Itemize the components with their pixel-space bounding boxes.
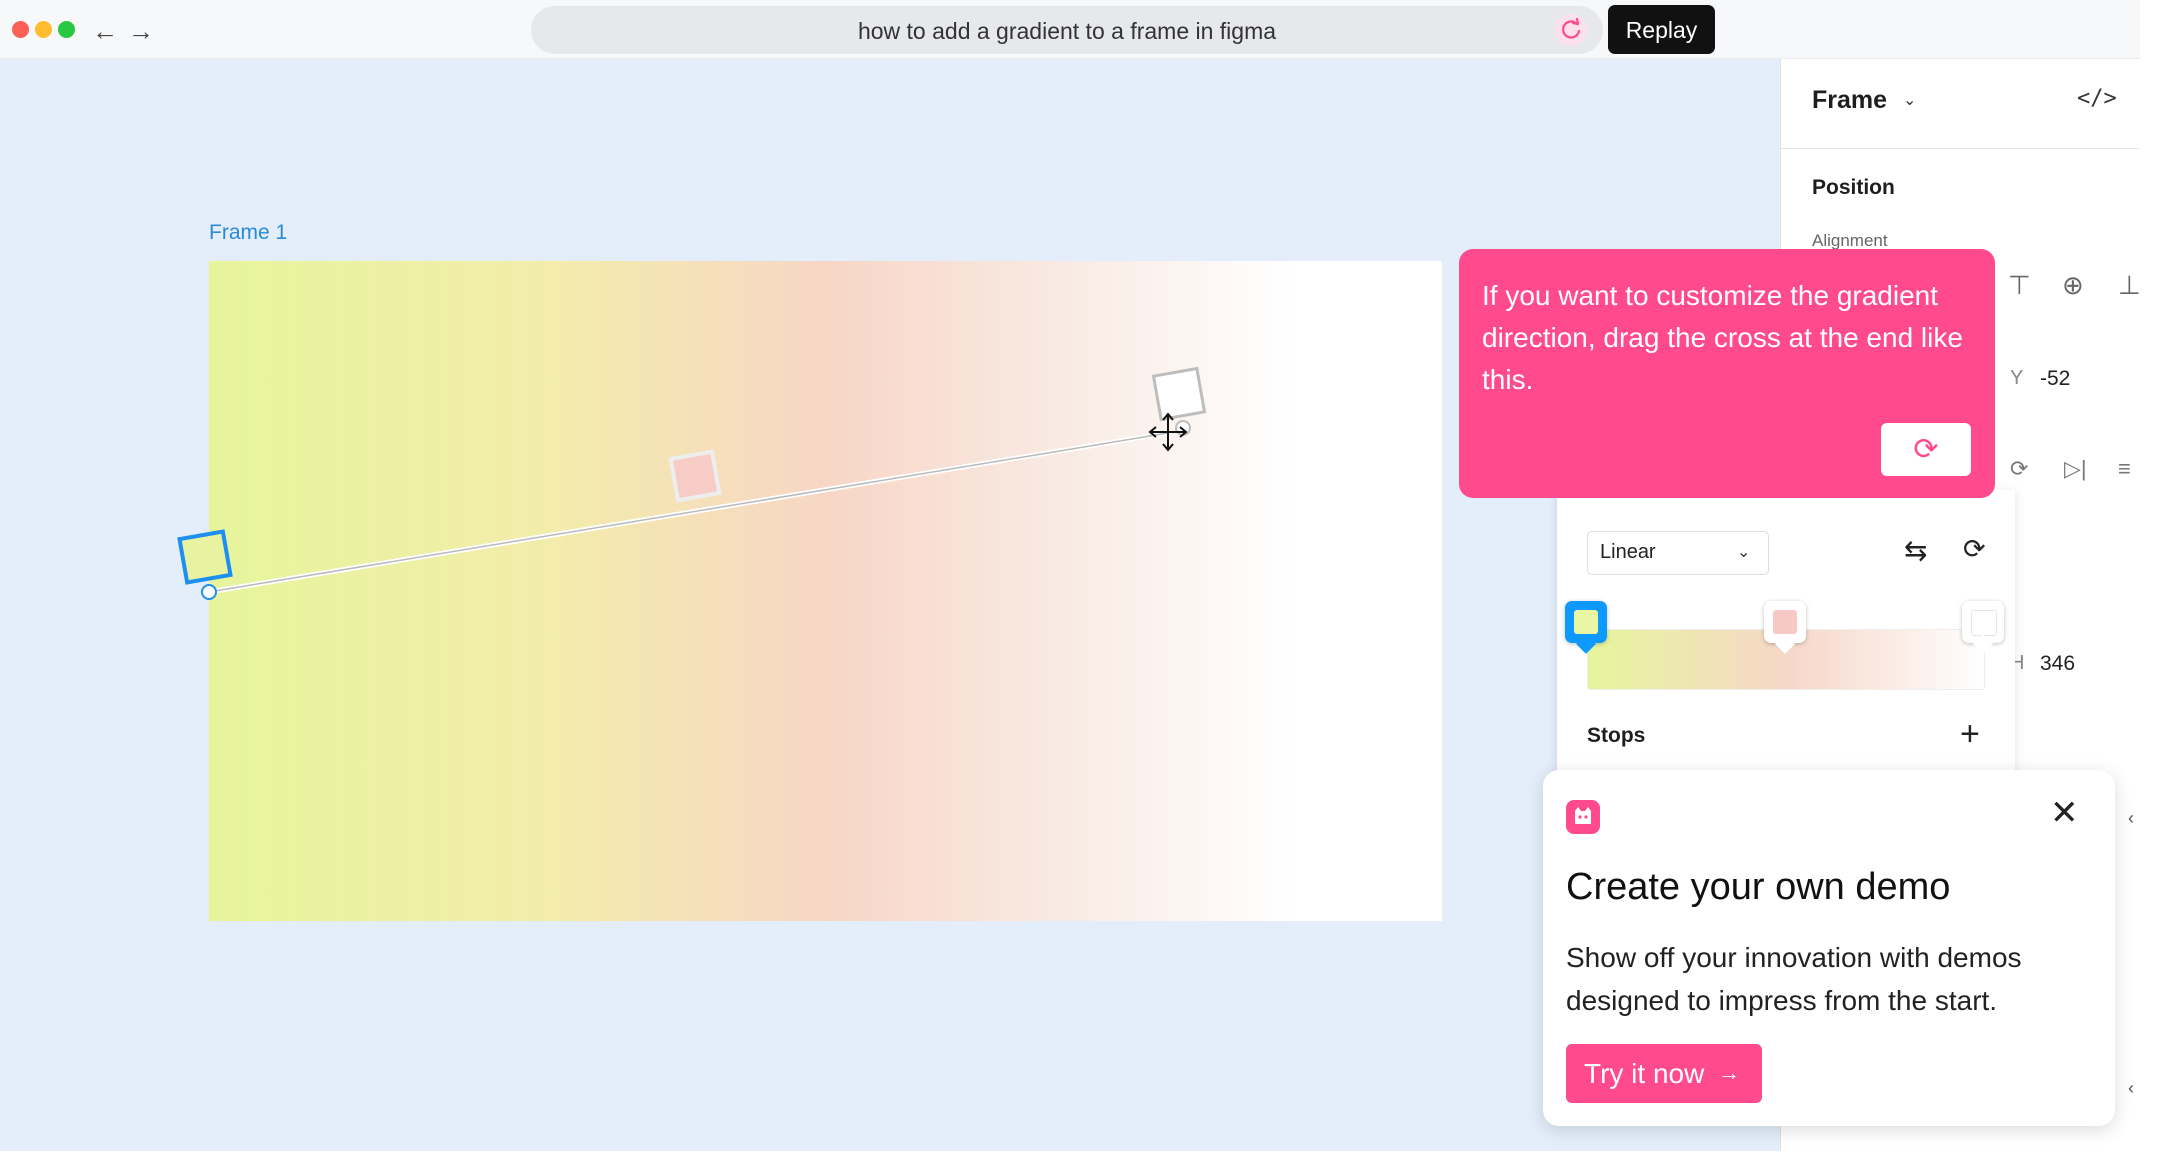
stops-label: Stops [1587,724,1646,747]
height-field[interactable]: 346 [2040,652,2075,676]
brand-logo-icon [1566,800,1600,834]
y-position-field[interactable]: -52 [2040,367,2070,391]
move-cursor-icon [1148,412,1188,452]
rotate-gradient-icon[interactable]: ⟳ [1963,534,1986,565]
arrow-right-icon: → [1718,1060,1740,1085]
add-stop-icon[interactable]: + [1960,715,1980,754]
gradient-type-value: Linear [1600,541,1656,563]
chevron-left-icon[interactable]: ‹ [2128,1078,2134,1099]
align-vertical-center-icon[interactable]: ⊕ [2062,270,2084,301]
panel-title[interactable]: Frame [1812,86,1887,115]
panel-divider [1781,148,2140,149]
tooltip-text: If you want to customize the gradient di… [1482,280,1963,395]
promo-description: Show off your innovation with demos desi… [1566,942,2022,1016]
refresh-icon: ⟳ [1913,433,1939,466]
swap-icon[interactable]: ⇆ [1904,534,1927,567]
y-label: Y [2010,367,2024,389]
position-section-title: Position [1812,176,1895,199]
restart-step-button[interactable]: ⟳ [1881,423,1971,476]
code-icon[interactable]: </> [2077,86,2117,111]
promo-title: Create your own demo [1566,866,1951,908]
gradient-mid-handle [668,449,722,503]
chevron-down-icon[interactable]: ⌄ [1903,90,1916,110]
flip-vertical-icon[interactable]: ≡ [2118,456,2131,482]
replay-icon[interactable] [1555,14,1587,46]
try-it-now-button[interactable]: Try it now → [1566,1044,1762,1103]
replay-button[interactable]: Replay [1608,5,1715,54]
alignment-label: Alignment [1812,231,1888,250]
close-icon[interactable]: ✕ [2050,793,2079,833]
rotate-icon[interactable]: ⟳ [2010,456,2028,482]
align-top-icon[interactable]: ⊤ [2008,270,2031,301]
gradient-end-handle [1151,366,1207,422]
align-bottom-icon[interactable]: ⊥ [2118,270,2141,301]
cta-label: Try it now [1584,1058,1705,1089]
gradient-handles-overlay [177,366,1207,600]
chevron-down-icon: ⌄ [1737,544,1751,561]
chevron-left-icon[interactable]: ‹ [2128,808,2134,829]
gradient-start-handle [177,529,233,585]
flip-horizontal-icon[interactable]: ▷| [2064,456,2087,482]
